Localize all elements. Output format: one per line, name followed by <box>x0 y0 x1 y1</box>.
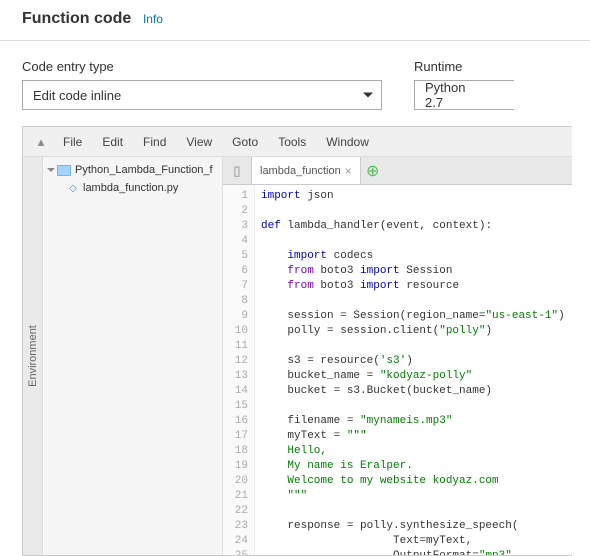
section-header: Function code Info <box>0 0 590 41</box>
menu-find[interactable]: Find <box>135 135 174 149</box>
folder-expand-icon <box>47 168 55 172</box>
tab-list-icon[interactable]: ▯ <box>223 157 251 184</box>
file-tab-name: lambda_function <box>260 165 341 177</box>
editor-frame: ▴ File Edit Find View Goto Tools Window … <box>22 126 572 556</box>
folder-name: Python_Lambda_Function_f <box>75 164 213 176</box>
line-gutter: 1 2 3 4 5 6 7 8 9 10 11 12 13 14 15 16 1… <box>223 185 255 555</box>
menu-tools[interactable]: Tools <box>270 135 314 149</box>
menu-goto[interactable]: Goto <box>224 135 266 149</box>
tab-bar: ▯ lambda_function × ⊕ <box>223 157 572 185</box>
code-entry-select[interactable]: Edit code inline <box>22 80 382 110</box>
menu-file[interactable]: File <box>55 135 90 149</box>
collapse-up-icon[interactable]: ▴ <box>31 134 51 150</box>
add-tab-button[interactable]: ⊕ <box>361 157 385 184</box>
runtime-select[interactable]: Python 2.7 <box>414 80 514 110</box>
menu-view[interactable]: View <box>178 135 220 149</box>
runtime-label: Runtime <box>414 59 514 74</box>
runtime-group: Runtime Python 2.7 <box>414 59 514 110</box>
code-area: ▯ lambda_function × ⊕ 1 2 3 4 5 6 7 8 9 … <box>223 157 572 555</box>
code-lines: import json def lambda_handler(event, co… <box>255 185 572 555</box>
menu-edit[interactable]: Edit <box>94 135 131 149</box>
code-editor[interactable]: 1 2 3 4 5 6 7 8 9 10 11 12 13 14 15 16 1… <box>223 185 572 555</box>
file-name: lambda_function.py <box>83 182 178 194</box>
environment-tab[interactable]: Environment <box>23 157 43 555</box>
code-entry-group: Code entry type Edit code inline <box>22 59 382 110</box>
info-link[interactable]: Info <box>143 12 163 26</box>
code-entry-label: Code entry type <box>22 59 382 74</box>
file-icon: ◇ <box>67 182 79 194</box>
environment-tab-label: Environment <box>27 325 39 387</box>
file-row[interactable]: ◇ lambda_function.py <box>43 179 222 197</box>
menu-window[interactable]: Window <box>318 135 377 149</box>
section-title: Function code <box>22 10 131 28</box>
editor-body: Environment Python_Lambda_Function_f ◇ l… <box>23 157 572 555</box>
folder-row[interactable]: Python_Lambda_Function_f <box>43 161 222 179</box>
controls-row: Code entry type Edit code inline Runtime… <box>0 41 590 126</box>
runtime-value: Python 2.7 <box>425 80 486 110</box>
chevron-down-icon <box>363 93 373 98</box>
file-tree: Python_Lambda_Function_f ◇ lambda_functi… <box>43 157 223 555</box>
file-tab[interactable]: lambda_function × <box>251 157 361 184</box>
menu-bar: ▴ File Edit Find View Goto Tools Window <box>23 127 572 157</box>
folder-icon <box>57 165 71 176</box>
close-icon[interactable]: × <box>345 164 352 178</box>
code-entry-value: Edit code inline <box>33 88 121 103</box>
